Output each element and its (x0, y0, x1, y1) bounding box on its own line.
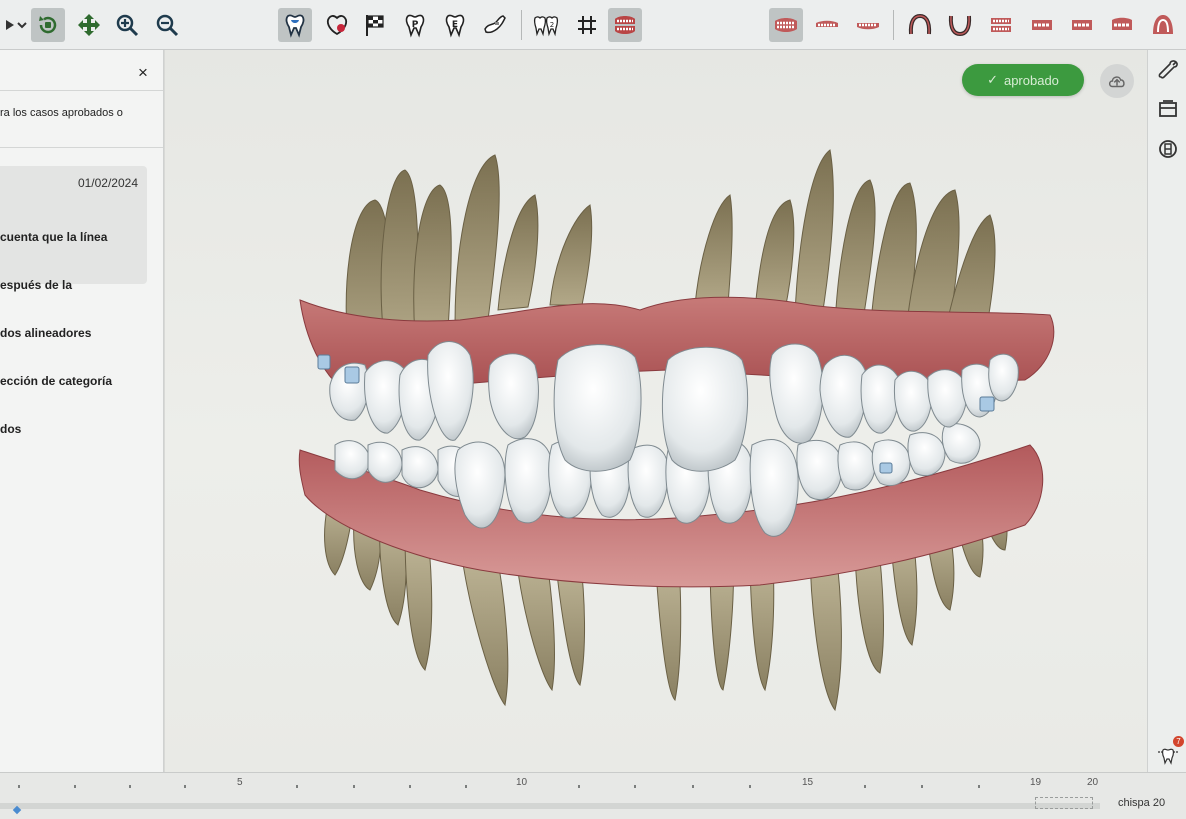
main-toolbar: P E 2 (0, 0, 1186, 50)
occlusion-icon[interactable] (608, 8, 642, 42)
toolbar-separator (521, 10, 522, 40)
timeline-tick-label: 19 (1030, 777, 1042, 788)
timeline-tick (634, 785, 636, 788)
play-dropdown-icon[interactable] (0, 8, 34, 42)
tooth-icon[interactable] (278, 8, 312, 42)
dental-model[interactable] (290, 145, 1070, 715)
stage-timeline[interactable]: 5 10 15 19 20 chispa 20 (0, 772, 1186, 819)
timeline-tick (692, 785, 694, 788)
timeline-tick-label: 5 (237, 777, 243, 788)
timeline-tick (296, 785, 298, 788)
close-panel-button[interactable]: × (133, 64, 153, 82)
comment-line: cuenta que la línea (0, 230, 108, 244)
svg-text:E: E (452, 20, 458, 30)
svg-text:P: P (412, 20, 419, 30)
gums-icon[interactable] (320, 8, 354, 42)
tooth-numbers-icon[interactable]: 2 (529, 8, 563, 42)
approved-status-label: aprobado (1003, 72, 1059, 88)
upper-front-view-icon[interactable] (810, 8, 844, 42)
layers-icon[interactable] (1154, 95, 1182, 123)
lower-arch-icon[interactable] (943, 8, 977, 42)
wrench-icon[interactable] (1154, 55, 1182, 83)
stages-icon[interactable] (1154, 135, 1182, 163)
left-view-icon[interactable] (984, 8, 1018, 42)
timeline-tick (864, 785, 866, 788)
back-view-icon[interactable] (1105, 8, 1139, 42)
comment-line: espués de la (0, 278, 73, 292)
comment-date: 01/02/2024 (77, 176, 138, 190)
checkered-flag-icon[interactable] (358, 8, 392, 42)
tooth-p-icon[interactable]: P (398, 8, 432, 42)
lower-front-view-icon[interactable] (851, 8, 885, 42)
timeline-tick (578, 785, 580, 788)
timeline-tick (18, 785, 20, 788)
panel-divider (0, 147, 163, 148)
rotate-icon[interactable] (31, 8, 65, 42)
aligner-planning-app: P E 2 × ra los casos aprobados o 01/02/2… (0, 0, 1186, 819)
grid-icon[interactable] (570, 8, 604, 42)
timeline-tick (465, 785, 467, 788)
comments-panel: × ra los casos aprobados o 01/02/2024 cu… (0, 50, 164, 772)
timeline-tick (353, 785, 355, 788)
timeline-tick (184, 785, 186, 788)
timeline-tick-label: 20 (1087, 777, 1099, 788)
pan-icon[interactable] (72, 8, 106, 42)
zoom-in-icon[interactable] (110, 8, 144, 42)
check-icon: ✓ (987, 72, 998, 87)
comment-line: dos alineadores (0, 326, 92, 340)
measure-badge: 7 (1173, 736, 1184, 747)
zoom-out-icon[interactable] (150, 8, 184, 42)
tooth-e-icon[interactable]: E (438, 8, 472, 42)
comment-text: cuenta que la línea espués de la dos ali… (0, 197, 146, 469)
left-side-view-icon[interactable] (1065, 8, 1099, 42)
timeline-tick (749, 785, 751, 788)
comment-line: dos (0, 422, 22, 436)
timeline-tick (921, 785, 923, 788)
panel-notice-text: ra los casos aprobados o (0, 107, 123, 119)
comment-line: ección de categoría (0, 374, 113, 388)
palate-view-icon[interactable] (1146, 8, 1180, 42)
timeline-tick (978, 785, 980, 788)
panel-divider (0, 90, 163, 91)
right-tool-rail: 7 (1147, 50, 1186, 772)
toolbar-separator (893, 10, 894, 40)
tooth-measure-icon[interactable]: 7 (1154, 736, 1184, 768)
cloud-upload-button[interactable] (1100, 64, 1134, 98)
timeline-tick-label: 10 (516, 777, 528, 788)
cloud-upload-icon (1108, 76, 1125, 88)
timeline-end-marker (1035, 797, 1093, 809)
approved-status-badge: ✓ aprobado (962, 64, 1084, 96)
timeline-track[interactable] (0, 803, 1100, 809)
attachment-icon[interactable] (478, 8, 512, 42)
timeline-tick-label: 15 (802, 777, 814, 788)
3d-viewport[interactable]: ✓ aprobado (165, 50, 1147, 772)
current-stage-label: chispa 20 (1118, 797, 1166, 809)
upper-arch-icon[interactable] (903, 8, 937, 42)
front-view-icon[interactable] (769, 8, 803, 42)
comment-card[interactable]: 01/02/2024 cuenta que la línea espués de… (0, 166, 147, 436)
timeline-tick (129, 785, 131, 788)
timeline-tick (409, 785, 411, 788)
timeline-tick (74, 785, 76, 788)
svg-text:2: 2 (550, 21, 554, 29)
right-side-view-icon[interactable] (1025, 8, 1059, 42)
